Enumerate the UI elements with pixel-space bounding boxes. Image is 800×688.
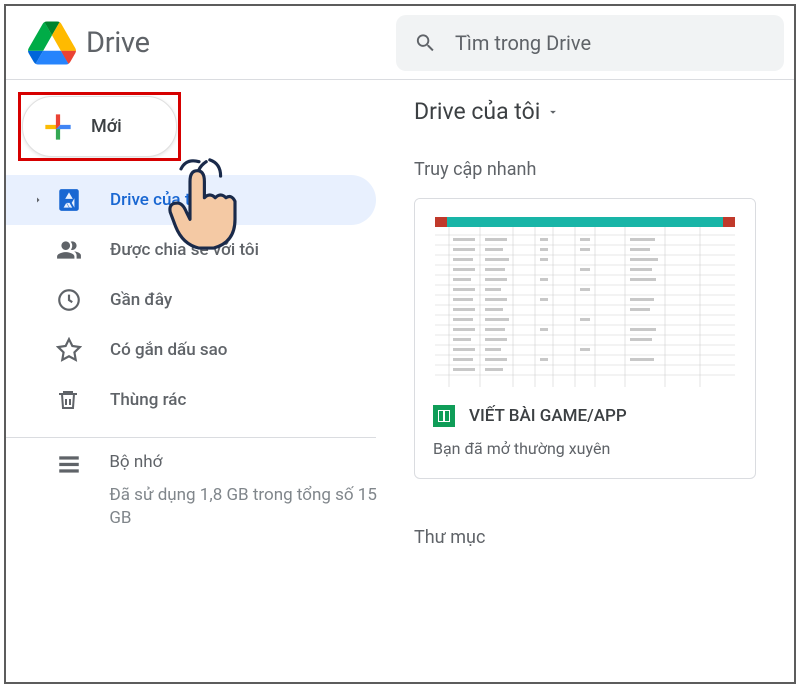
sidebar-item-label: Gần đây bbox=[110, 290, 172, 310]
sidebar-item-recent[interactable]: Gần đây bbox=[6, 275, 376, 325]
drive-logo-icon bbox=[28, 19, 76, 67]
quick-access-card[interactable]: VIẾT BÀI GAME/APP Bạn đã mở thường xuyên bbox=[414, 198, 756, 479]
sidebar-item-label: Drive của tôi bbox=[110, 190, 204, 210]
quick-access-title: Truy cập nhanh bbox=[404, 159, 784, 180]
storage-detail: Đã sử dụng 1,8 GB trong tổng số 15 GB bbox=[109, 484, 396, 530]
storage-title: Bộ nhớ bbox=[109, 452, 396, 472]
sidebar-item-trash[interactable]: Thùng rác bbox=[6, 375, 376, 425]
new-button[interactable]: Mới bbox=[22, 96, 177, 157]
sidebar-nav: Drive của tôi Được chia sẻ với tôi Gần đ… bbox=[6, 175, 396, 425]
main-content: Drive của tôi Truy cập nhanh bbox=[396, 80, 794, 682]
breadcrumb[interactable]: Drive của tôi bbox=[404, 98, 784, 125]
breadcrumb-title: Drive của tôi bbox=[414, 98, 540, 125]
app-name: Drive bbox=[86, 26, 150, 60]
sidebar-item-label: Thùng rác bbox=[110, 390, 186, 410]
dropdown-caret-icon bbox=[546, 105, 560, 119]
sidebar: Mới Drive của tôi bbox=[6, 80, 396, 682]
app-logo-area[interactable]: Drive bbox=[6, 19, 396, 67]
search-bar[interactable] bbox=[396, 15, 784, 71]
divider bbox=[6, 437, 376, 438]
search-icon bbox=[414, 30, 437, 56]
chevron-right-icon bbox=[32, 194, 48, 206]
search-input[interactable] bbox=[455, 31, 766, 55]
trash-icon bbox=[56, 388, 84, 412]
sidebar-item-storage[interactable]: Bộ nhớ Đã sử dụng 1,8 GB trong tổng số 1… bbox=[6, 452, 396, 530]
plus-multicolor-icon bbox=[39, 108, 77, 146]
file-name: VIẾT BÀI GAME/APP bbox=[469, 406, 627, 426]
sidebar-item-label: Có gắn dấu sao bbox=[110, 340, 227, 360]
folders-section-title: Thư mục bbox=[404, 527, 784, 548]
file-thumbnail bbox=[415, 199, 755, 389]
clock-icon bbox=[56, 287, 84, 313]
my-drive-icon bbox=[56, 187, 84, 213]
sidebar-item-shared[interactable]: Được chia sẻ với tôi bbox=[6, 225, 376, 275]
storage-icon bbox=[56, 452, 83, 530]
star-icon bbox=[56, 337, 84, 363]
new-button-label: Mới bbox=[91, 116, 122, 137]
sidebar-item-starred[interactable]: Có gắn dấu sao bbox=[6, 325, 376, 375]
spreadsheet-preview-image bbox=[435, 217, 735, 389]
sidebar-item-label: Được chia sẻ với tôi bbox=[110, 240, 259, 260]
sheets-file-icon bbox=[433, 405, 455, 427]
sidebar-item-my-drive[interactable]: Drive của tôi bbox=[6, 175, 376, 225]
shared-icon bbox=[56, 237, 84, 263]
file-subtitle: Bạn đã mở thường xuyên bbox=[433, 439, 737, 458]
header: Drive bbox=[6, 6, 794, 80]
